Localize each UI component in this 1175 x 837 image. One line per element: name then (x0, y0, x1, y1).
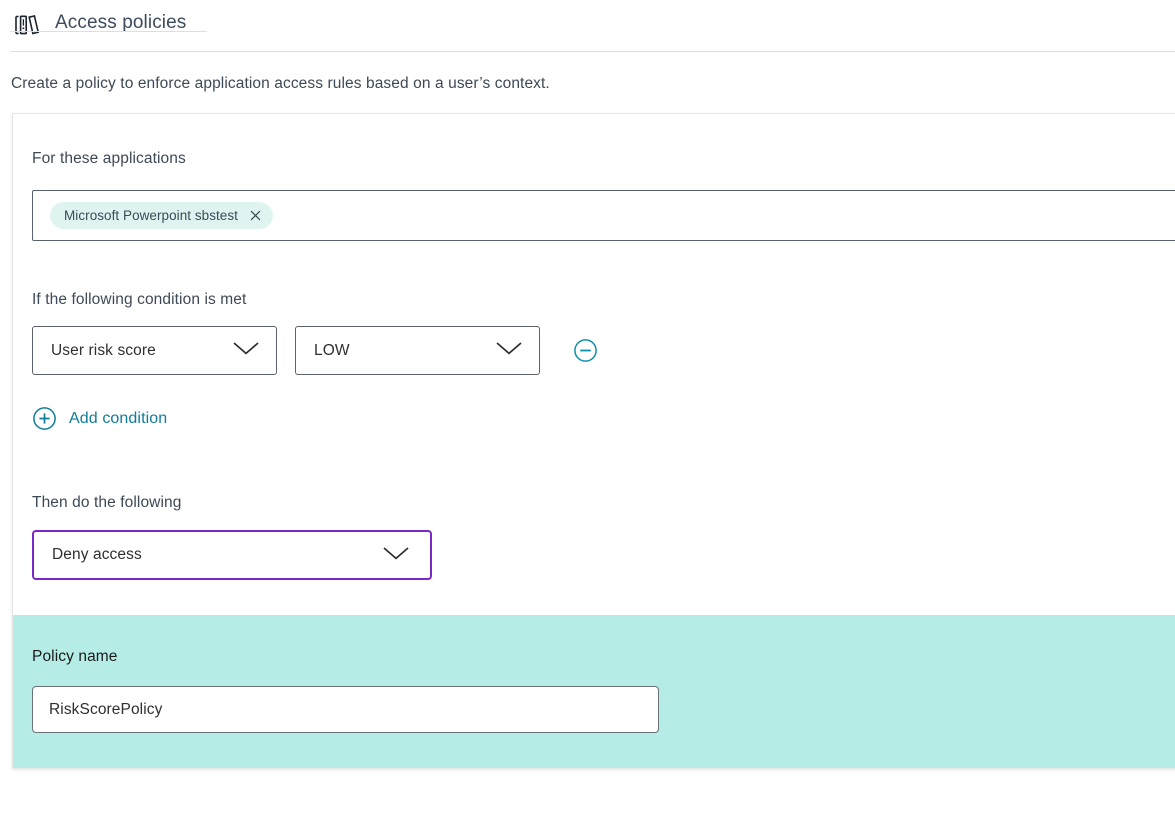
policy-name-section: Policy name RiskScorePolicy (13, 615, 1175, 768)
close-icon[interactable] (248, 208, 263, 223)
page-header: Access policies (0, 0, 1175, 52)
action-select[interactable]: Deny access (32, 530, 432, 580)
header-divider (10, 51, 1175, 52)
add-condition-label: Add condition (69, 409, 168, 427)
action-select-value: Deny access (52, 546, 142, 563)
action-label: Then do the following (32, 494, 182, 511)
applications-label: For these applications (32, 150, 186, 167)
plus-circle-icon (32, 406, 57, 431)
application-chip-label: Microsoft Powerpoint sbstest (64, 208, 238, 223)
chevron-down-icon (232, 340, 260, 361)
condition-value-value: LOW (314, 341, 350, 359)
condition-label: If the following condition is met (32, 291, 247, 308)
condition-row: User risk score LOW (32, 326, 1175, 375)
title-underline (10, 31, 207, 32)
condition-type-select[interactable]: User risk score (32, 326, 277, 375)
applications-input[interactable]: Microsoft Powerpoint sbstest (32, 190, 1175, 241)
application-chip: Microsoft Powerpoint sbstest (50, 202, 273, 229)
chevron-down-icon (382, 545, 410, 566)
condition-type-value: User risk score (51, 341, 156, 359)
minus-circle-icon[interactable] (573, 338, 598, 363)
books-icon (11, 9, 43, 41)
condition-section: If the following condition is met User r… (32, 241, 1175, 436)
card-body: For these applications Microsoft Powerpo… (13, 114, 1175, 615)
add-condition-button[interactable]: Add condition (32, 406, 167, 431)
intro-text: Create a policy to enforce application a… (11, 75, 550, 92)
policy-form-card: For these applications Microsoft Powerpo… (12, 113, 1175, 769)
chevron-down-icon (495, 340, 523, 361)
condition-value-select[interactable]: LOW (295, 326, 540, 375)
applications-section: For these applications Microsoft Powerpo… (32, 114, 1175, 241)
policy-name-input[interactable]: RiskScorePolicy (32, 686, 659, 733)
action-section: Then do the following Deny access (32, 436, 1175, 615)
policy-name-label: Policy name (32, 648, 118, 665)
